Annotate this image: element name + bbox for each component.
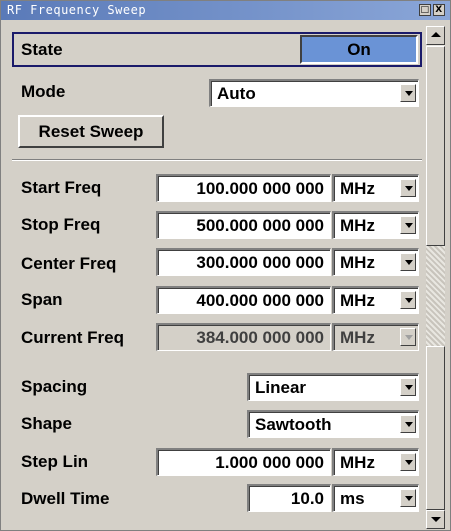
- step-lin-unit-select[interactable]: MHz: [332, 448, 419, 476]
- stop-freq-value: 500.000 000 000: [196, 216, 324, 235]
- dwell-time-value: 10.0: [290, 489, 324, 508]
- center-freq-unit: MHz: [340, 253, 375, 272]
- start-freq-input[interactable]: 100.000 000 000: [156, 174, 331, 202]
- step-lin-input[interactable]: 1.000 000 000: [156, 448, 331, 476]
- scroll-down-icon[interactable]: [426, 510, 445, 529]
- scrollbar-track-lower[interactable]: [426, 346, 445, 510]
- chevron-down-icon: [400, 328, 416, 346]
- span-value: 400.000 000 000: [196, 291, 324, 310]
- start-freq-value: 100.000 000 000: [196, 179, 324, 198]
- current-freq-unit-select: MHz: [332, 323, 419, 351]
- state-toggle-button[interactable]: On: [300, 35, 418, 64]
- scrollbar-thumb[interactable]: [426, 46, 445, 246]
- chevron-down-icon[interactable]: [400, 84, 416, 102]
- scrollbar-track[interactable]: [426, 246, 445, 346]
- step-lin-label: Step Lin: [21, 452, 89, 471]
- shape-value: Sawtooth: [255, 415, 332, 434]
- stop-freq-label: Stop Freq: [21, 215, 101, 234]
- chevron-down-icon[interactable]: [400, 415, 416, 433]
- dwell-time-unit: ms: [340, 489, 365, 508]
- spacing-value: Linear: [255, 378, 307, 397]
- title-bar: RF Frequency Sweep □ X: [1, 1, 450, 20]
- rf-frequency-sweep-window: RF Frequency Sweep □ X State On Mode Aut…: [0, 0, 451, 531]
- state-row: State On: [12, 32, 422, 67]
- current-freq-label: Current Freq: [21, 328, 124, 347]
- span-label: Span: [21, 290, 63, 309]
- current-freq-display: 384.000 000 000: [156, 323, 331, 351]
- mode-select[interactable]: Auto: [209, 79, 419, 107]
- mode-label: Mode: [21, 82, 66, 101]
- divider: [12, 159, 422, 161]
- window-title: RF Frequency Sweep: [7, 3, 147, 17]
- span-unit-select[interactable]: MHz: [332, 286, 419, 314]
- stop-freq-input[interactable]: 500.000 000 000: [156, 211, 331, 239]
- chevron-down-icon[interactable]: [400, 253, 416, 271]
- close-icon[interactable]: X: [433, 4, 445, 16]
- start-freq-unit: MHz: [340, 179, 375, 198]
- chevron-down-icon[interactable]: [400, 216, 416, 234]
- center-freq-input[interactable]: 300.000 000 000: [156, 248, 331, 276]
- restore-icon[interactable]: □: [419, 4, 431, 16]
- step-lin-value: 1.000 000 000: [215, 453, 324, 472]
- center-freq-unit-select[interactable]: MHz: [332, 248, 419, 276]
- state-label: State: [21, 40, 63, 59]
- dwell-time-label: Dwell Time: [21, 489, 110, 508]
- chevron-down-icon[interactable]: [400, 489, 416, 507]
- chevron-down-icon[interactable]: [400, 291, 416, 309]
- spacing-label: Spacing: [21, 377, 88, 396]
- reset-sweep-button[interactable]: Reset Sweep: [18, 115, 164, 148]
- chevron-down-icon[interactable]: [400, 378, 416, 396]
- spacing-select[interactable]: Linear: [247, 373, 419, 401]
- dwell-time-unit-select[interactable]: ms: [332, 484, 419, 512]
- current-freq-value: 384.000 000 000: [196, 328, 324, 347]
- span-input[interactable]: 400.000 000 000: [156, 286, 331, 314]
- stop-freq-unit: MHz: [340, 216, 375, 235]
- span-unit: MHz: [340, 291, 375, 310]
- chevron-down-icon[interactable]: [400, 179, 416, 197]
- start-freq-unit-select[interactable]: MHz: [332, 174, 419, 202]
- chevron-down-icon[interactable]: [400, 453, 416, 471]
- current-freq-unit: MHz: [340, 328, 375, 347]
- center-freq-value: 300.000 000 000: [196, 253, 324, 272]
- shape-select[interactable]: Sawtooth: [247, 410, 419, 438]
- shape-label: Shape: [21, 414, 73, 433]
- step-lin-unit: MHz: [340, 453, 375, 472]
- mode-value: Auto: [217, 84, 256, 103]
- dwell-time-input[interactable]: 10.0: [247, 484, 331, 512]
- scroll-up-icon[interactable]: [426, 26, 445, 45]
- stop-freq-unit-select[interactable]: MHz: [332, 211, 419, 239]
- start-freq-label: Start Freq: [21, 178, 102, 197]
- center-freq-label: Center Freq: [21, 254, 117, 273]
- vertical-scrollbar[interactable]: [426, 26, 445, 529]
